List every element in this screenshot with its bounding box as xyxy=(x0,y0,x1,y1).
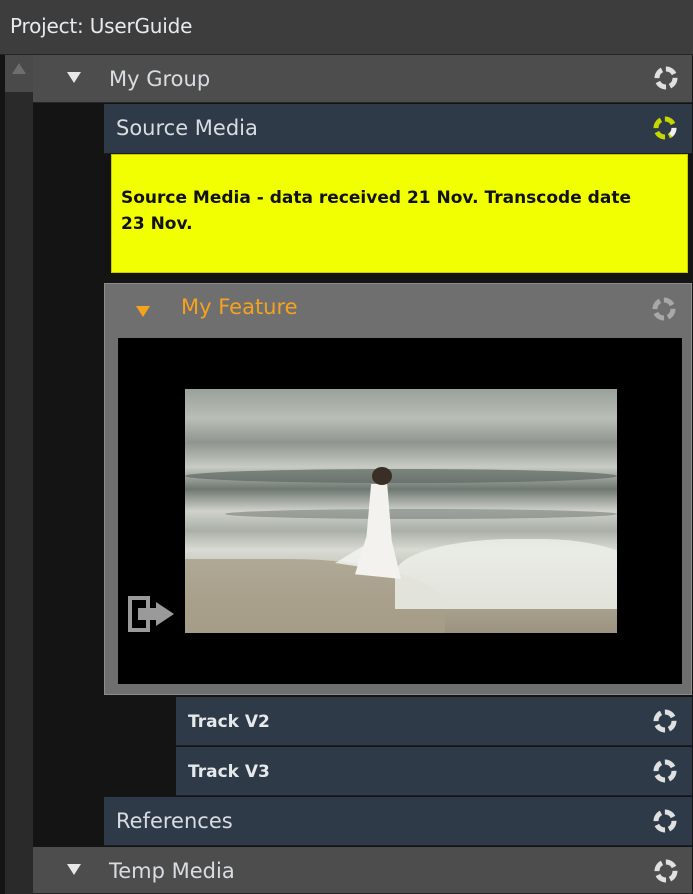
expand-triangle-icon[interactable] xyxy=(136,306,150,317)
arrow-up-icon xyxy=(12,63,26,74)
sync-status-icon[interactable] xyxy=(652,758,678,784)
note-card[interactable]: Source Media - data received 21 Nov. Tra… xyxy=(111,154,688,273)
tree-item-label: References xyxy=(116,809,233,833)
note-text: Source Media - data received 21 Nov. Tra… xyxy=(121,188,631,234)
sync-status-icon[interactable] xyxy=(653,65,679,91)
tree-item-track-v2[interactable]: Track V2 xyxy=(176,697,692,746)
tree-item-references[interactable]: References xyxy=(104,797,692,846)
expand-triangle-icon[interactable] xyxy=(67,864,81,875)
tree-item-label: My Feature xyxy=(181,295,298,319)
tree-item-label: Source Media xyxy=(116,116,258,140)
tree-item-temp-media[interactable]: Temp Media xyxy=(33,847,692,894)
sync-status-icon[interactable] xyxy=(652,708,678,734)
tree-item-label: Track V2 xyxy=(188,712,270,732)
tree-item-label: Track V3 xyxy=(188,762,270,782)
expand-triangle-icon[interactable] xyxy=(67,72,81,83)
tree-item-label: Temp Media xyxy=(109,859,235,883)
sync-active-icon[interactable] xyxy=(652,115,678,141)
scroll-up-button[interactable] xyxy=(5,55,33,92)
sync-status-icon[interactable] xyxy=(653,858,679,884)
tree-item-label: My Group xyxy=(109,67,211,91)
project-title: Project: UserGuide xyxy=(10,14,193,38)
tree-item-my-group[interactable]: My Group xyxy=(33,55,692,103)
export-icon[interactable] xyxy=(128,596,176,632)
sync-status-icon[interactable] xyxy=(651,296,677,322)
media-thumbnail[interactable] xyxy=(185,389,617,633)
tree-item-track-v3[interactable]: Track V3 xyxy=(176,747,692,796)
scrollbar-track[interactable] xyxy=(5,55,33,894)
panel-header: Project: UserGuide xyxy=(0,0,693,55)
sync-status-icon[interactable] xyxy=(652,808,678,834)
tree-item-source-media[interactable]: Source Media xyxy=(104,104,692,154)
